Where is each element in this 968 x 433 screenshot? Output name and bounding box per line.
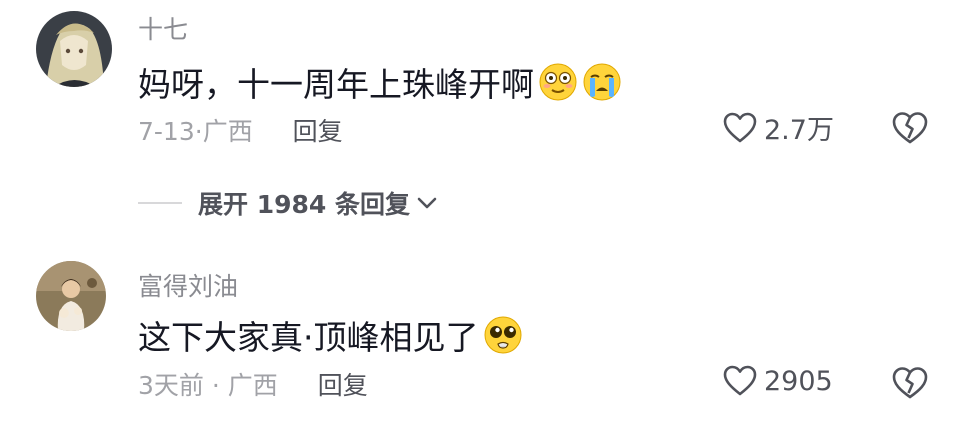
broken-heart-icon — [892, 367, 928, 399]
comment-meta: 3天前 · 广西 回复 — [138, 366, 368, 402]
avatar[interactable] — [36, 261, 106, 331]
comment-location: 广西 — [202, 117, 253, 146]
username[interactable]: 富得刘油 — [138, 267, 238, 303]
broken-heart-icon — [892, 112, 928, 144]
crying-face-emoji — [583, 63, 621, 101]
like-count: 2.7万 — [764, 115, 834, 146]
dislike-button[interactable] — [890, 363, 930, 403]
heart-icon — [723, 112, 757, 142]
reply-button[interactable]: 回复 — [293, 117, 343, 146]
like-button[interactable]: 2905 — [722, 363, 833, 399]
comment-date: 7-13 — [138, 117, 195, 146]
meta-separator: · — [203, 371, 228, 400]
like-count: 2905 — [764, 365, 833, 397]
comment-text: 妈呀，十一周年上珠峰开啊 — [138, 58, 622, 106]
avatar-image — [36, 261, 106, 331]
expand-replies-button[interactable]: 展开 1984 条回复 — [138, 185, 440, 221]
meta-separator: · — [194, 117, 203, 146]
comment-date: 3天前 — [138, 371, 204, 400]
username[interactable]: 十七 — [138, 10, 188, 46]
comment-text-content: 妈呀，十一周年上珠峰开啊 — [138, 65, 534, 104]
comment-text: 这下大家真·顶峰相见了 — [138, 311, 523, 359]
flushed-face-emoji — [539, 63, 577, 101]
expand-replies-label: 展开 1984 条回复 — [198, 190, 410, 219]
avatar-image — [36, 11, 112, 87]
chevron-down-icon — [417, 197, 437, 209]
like-button[interactable]: 2.7万 — [722, 108, 834, 147]
comment-location: 广西 — [227, 371, 278, 400]
reply-button[interactable]: 回复 — [318, 371, 368, 400]
heart-icon — [723, 365, 757, 396]
divider-line — [138, 202, 182, 204]
pleading-face-emoji — [484, 316, 521, 354]
comment-item: 富得刘油 这下大家真·顶峰相见了 3天前 · 广西 回复 2905 — [0, 255, 968, 433]
dislike-button[interactable] — [890, 108, 930, 148]
avatar[interactable] — [36, 11, 112, 87]
comment-item: 十七 妈呀，十一周年上珠峰开啊 7-13·广西 回复 2.7万 — [0, 0, 968, 170]
comment-meta: 7-13·广西 回复 — [138, 112, 343, 148]
comment-text-content: 这下大家真·顶峰相见了 — [138, 318, 479, 357]
